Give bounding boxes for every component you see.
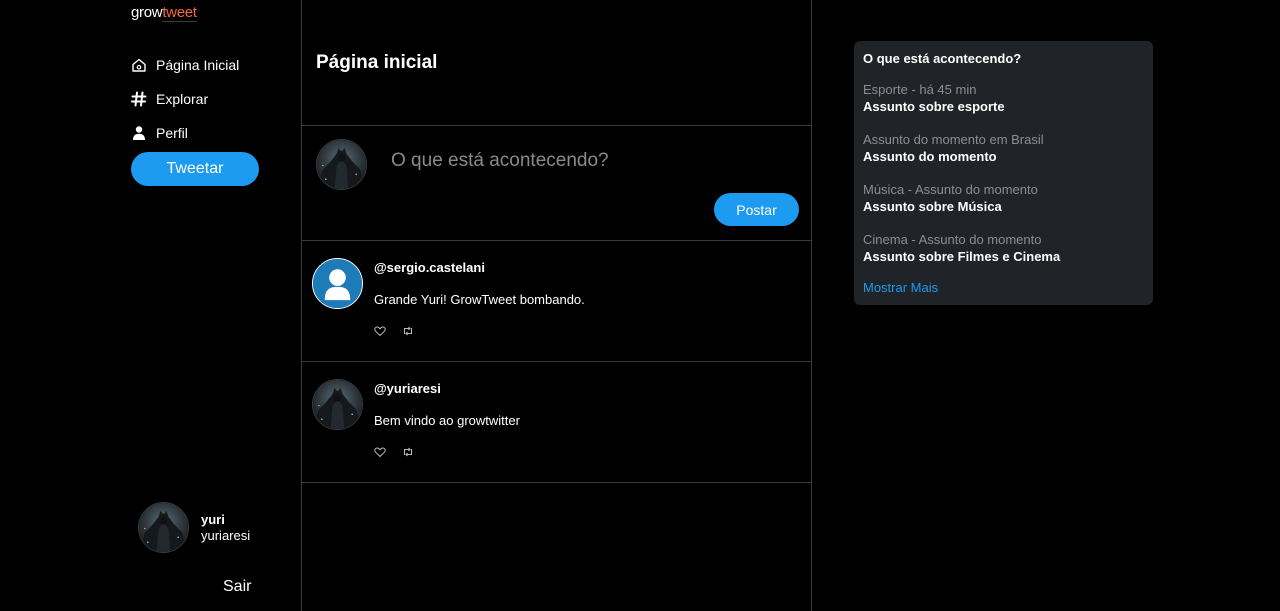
default-user-icon[interactable] (312, 258, 363, 309)
tweet-item: @sergio.castelani Grande Yuri! GrowTweet… (302, 241, 811, 362)
compose-input[interactable] (391, 146, 791, 176)
trend-meta: Música - Assunto do momento (863, 182, 1038, 197)
avatar[interactable] (312, 379, 363, 430)
user-icon (131, 125, 147, 141)
profile-name: yuri (201, 511, 225, 527)
trends-title: O que está acontecendo? (863, 51, 1022, 66)
nav-item-profile[interactable]: Perfil (131, 116, 239, 150)
tweet-text: Bem vindo ao growtwitter (374, 413, 520, 428)
trend-item[interactable]: Cinema - Assunto do momento Assunto sobr… (863, 232, 1144, 265)
logo-tweet-text: tweet (162, 4, 197, 22)
app-logo[interactable]: growtweet (131, 4, 197, 22)
main-feed: Página inicial Postar @sergio.castelani … (301, 0, 812, 611)
avatar (138, 502, 189, 553)
post-button[interactable]: Postar (714, 193, 799, 226)
nav-item-home[interactable]: Página Inicial (131, 48, 239, 82)
trend-topic: Assunto do momento (863, 149, 997, 164)
feed-header: Página inicial (302, 0, 811, 126)
current-user-profile[interactable]: yuri yuriaresi (138, 502, 250, 553)
profile-handle: yuriaresi (201, 527, 251, 543)
tweet-author-handle[interactable]: @sergio.castelani (374, 260, 485, 275)
avatar (316, 139, 367, 190)
nav-label-profile: Perfil (156, 125, 188, 141)
trend-topic: Assunto sobre Música (863, 199, 1002, 214)
page-title: Página inicial (316, 52, 438, 73)
trend-topic: Assunto sobre esporte (863, 99, 1005, 114)
trend-item[interactable]: Música - Assunto do momento Assunto sobr… (863, 182, 1144, 215)
heart-icon[interactable] (374, 325, 386, 337)
logout-link[interactable]: Sair (223, 578, 251, 596)
hashtag-icon (131, 91, 147, 107)
tweet-text: Grande Yuri! GrowTweet bombando. (374, 292, 585, 307)
retweet-icon[interactable] (402, 325, 414, 337)
nav-label-home: Página Inicial (156, 57, 240, 73)
retweet-icon[interactable] (402, 446, 414, 458)
logo-grow-text: grow (131, 4, 163, 21)
trend-topic: Assunto sobre Filmes e Cinema (863, 249, 1061, 264)
nav-label-explore: Explorar (156, 91, 209, 107)
main-nav: Página Inicial Explorar Perfil (131, 48, 239, 150)
profile-info: yuri yuriaresi (201, 512, 250, 544)
trend-item[interactable]: Assunto do momento em Brasil Assunto do … (863, 132, 1144, 165)
show-more-link[interactable]: Mostrar Mais (863, 280, 938, 295)
trends-panel: O que está acontecendo? Esporte - há 45 … (854, 41, 1153, 305)
tweet-actions (374, 446, 430, 458)
tweet-item: @yuriaresi Bem vindo ao growtwitter (302, 362, 811, 483)
tweet-author-handle[interactable]: @yuriaresi (374, 381, 441, 396)
tweet-actions (374, 325, 430, 337)
tweet-composer: Postar (302, 126, 811, 241)
left-sidebar: growtweet Página Inicial Explorar Perfil… (0, 0, 301, 611)
tweet-button[interactable]: Tweetar (131, 152, 259, 186)
trend-item[interactable]: Esporte - há 45 min Assunto sobre esport… (863, 82, 1144, 115)
heart-icon[interactable] (374, 446, 386, 458)
home-icon (131, 57, 147, 73)
trend-meta: Cinema - Assunto do momento (863, 232, 1042, 247)
trend-meta: Esporte - há 45 min (863, 82, 977, 97)
nav-item-explore[interactable]: Explorar (131, 82, 239, 116)
trend-meta: Assunto do momento em Brasil (863, 132, 1044, 147)
